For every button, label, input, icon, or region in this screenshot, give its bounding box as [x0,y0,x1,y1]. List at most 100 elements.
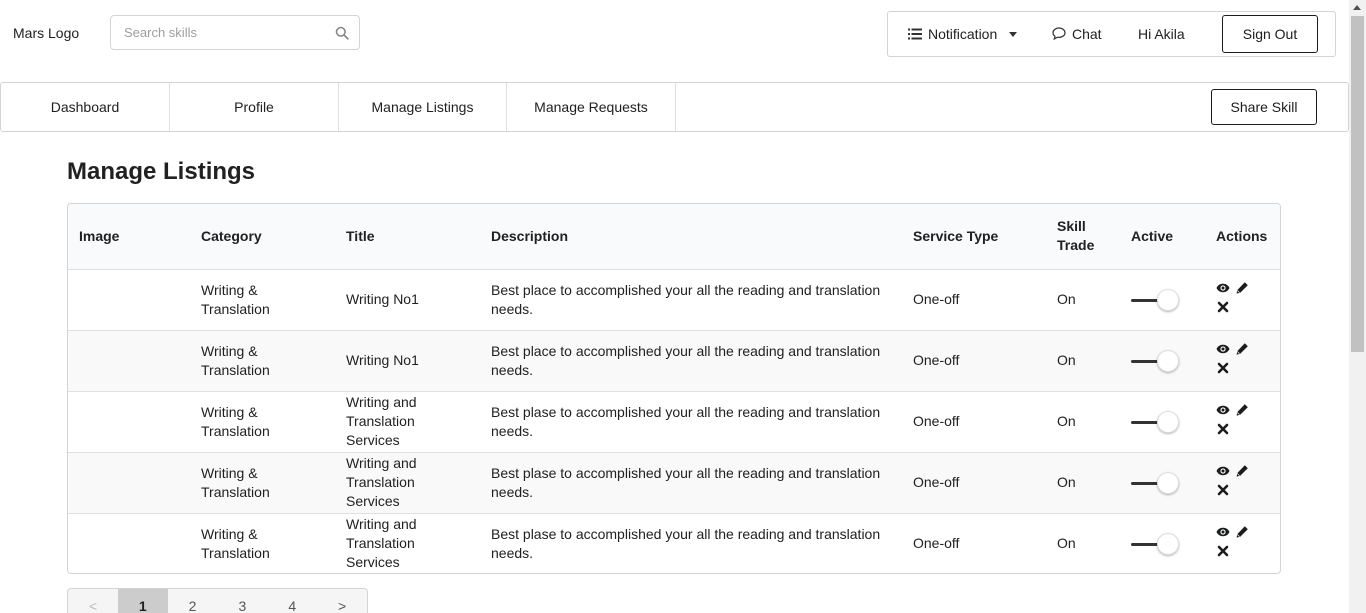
pencil-icon[interactable] [1235,525,1249,539]
cell-actions [1205,451,1280,513]
chat-label: Chat [1072,26,1102,42]
cell-actions [1205,269,1280,330]
cell-description: Best plase to accomplished your all the … [480,512,902,573]
cell-image [68,269,190,330]
notification-dropdown[interactable]: Notification [908,12,1018,56]
search-box [110,15,360,50]
eye-icon[interactable] [1216,342,1230,356]
cell-active [1120,512,1205,573]
pencil-icon[interactable] [1235,342,1249,356]
close-icon[interactable] [1216,483,1230,497]
cell-image [68,512,190,573]
top-header: Mars Logo Notification Chat Hi Akila Sig… [0,0,1350,68]
cell-title: Writing and Translation Services [335,451,480,513]
chat-link[interactable]: Chat [1052,12,1102,56]
tab-dashboard[interactable]: Dashboard [1,83,170,131]
close-icon[interactable] [1216,544,1230,558]
tab-manage-requests[interactable]: Manage Requests [507,83,676,131]
cell-service-type: One-off [902,329,1046,391]
pagination-prev[interactable]: < [68,589,118,613]
search-icon[interactable] [335,26,349,40]
eye-icon[interactable] [1216,464,1230,478]
col-header-description: Description [480,204,902,270]
cell-title: Writing and Translation Services [335,512,480,573]
cell-service-type: One-off [902,390,1046,452]
cell-category: Writing & Translation [190,329,335,391]
pagination-page-2[interactable]: 2 [168,589,218,613]
cell-service-type: One-off [902,451,1046,513]
toggle-knob [1157,349,1179,372]
col-header-active: Active [1120,204,1205,270]
cell-title: Writing and Translation Services [335,390,480,452]
eye-icon[interactable] [1216,525,1230,539]
eye-icon[interactable] [1216,281,1230,295]
chat-bubble-icon [1052,27,1066,41]
toggle-knob [1157,410,1179,433]
cell-description: Best plase to accomplished your all the … [480,390,902,452]
cell-actions [1205,329,1280,391]
list-icon [908,28,922,40]
user-greeting[interactable]: Hi Akila [1138,12,1185,56]
cell-actions [1205,512,1280,573]
scrollbar-thumb[interactable] [1351,16,1364,352]
cell-title: Writing No1 [346,291,419,307]
pagination-next[interactable]: > [317,589,367,613]
table-row: Writing & Translation Writing and Transla… [68,512,1280,573]
cell-active [1120,269,1205,330]
cell-image [68,390,190,452]
pagination-page-1[interactable]: 1 [117,589,168,613]
cell-skill-trade: On [1046,329,1120,391]
close-icon[interactable] [1216,361,1230,375]
share-skill-button[interactable]: Share Skill [1211,89,1317,125]
table-header-row: Image Category Title Description Service… [68,204,1280,270]
col-header-image: Image [68,204,190,270]
table-row: Writing & Translation Writing No1 Best pla… [68,269,1280,330]
active-toggle[interactable] [1131,349,1181,372]
cell-category: Writing & Translation [190,451,335,513]
page-scrollbar[interactable] [1349,0,1366,613]
cell-active [1120,329,1205,391]
search-input[interactable] [111,16,321,49]
user-menu: Notification Chat Hi Akila Sign Out [887,11,1336,57]
pagination-page-4[interactable]: 4 [267,589,317,613]
toggle-knob [1157,532,1179,555]
table-row: Writing & Translation Writing No1 Best pla… [68,329,1280,391]
cell-skill-trade: On [1046,512,1120,573]
cell-image [68,451,190,513]
chevron-down-icon [1009,31,1018,37]
cell-description: Best place to accomplished your all the … [491,281,881,317]
active-toggle[interactable] [1131,288,1181,311]
active-toggle[interactable] [1131,410,1181,433]
cell-image [68,329,190,391]
pencil-icon[interactable] [1235,464,1249,478]
pagination: < 1 2 3 4 > [67,588,368,613]
sign-out-button[interactable]: Sign Out [1222,15,1318,53]
active-toggle[interactable] [1131,471,1181,494]
cell-service-type: One-off [902,512,1046,573]
cell-skill-trade: On [1057,291,1076,307]
cell-active [1120,390,1205,452]
pencil-icon[interactable] [1235,281,1249,295]
toggle-knob [1157,288,1179,311]
cell-description: Best place to accomplished your all the … [480,329,902,391]
mars-logo[interactable]: Mars Logo [13,25,79,41]
close-icon[interactable] [1216,300,1230,314]
notification-label: Notification [928,26,998,42]
close-icon[interactable] [1216,422,1230,436]
col-header-skill-trade: Skill Trade [1046,204,1120,270]
tab-profile[interactable]: Profile [170,83,339,131]
tab-manage-listings[interactable]: Manage Listings [339,83,507,131]
pencil-icon[interactable] [1235,403,1249,417]
pagination-page-3[interactable]: 3 [217,589,267,613]
cell-description: Best plase to accomplished your all the … [480,451,902,513]
active-toggle[interactable] [1131,532,1181,555]
page-title: Manage Listings [67,158,256,185]
table-row: Writing & Translation Writing and Transla… [68,390,1280,452]
table-row: Writing & Translation Writing and Transla… [68,451,1280,513]
eye-icon[interactable] [1216,403,1230,417]
scroll-up-icon[interactable] [1353,5,1361,10]
cell-title: Writing No1 [335,329,480,391]
cell-actions [1205,390,1280,452]
cell-category: Writing & Translation [190,512,335,573]
listings-table: Image Category Title Description Service… [67,203,1281,574]
